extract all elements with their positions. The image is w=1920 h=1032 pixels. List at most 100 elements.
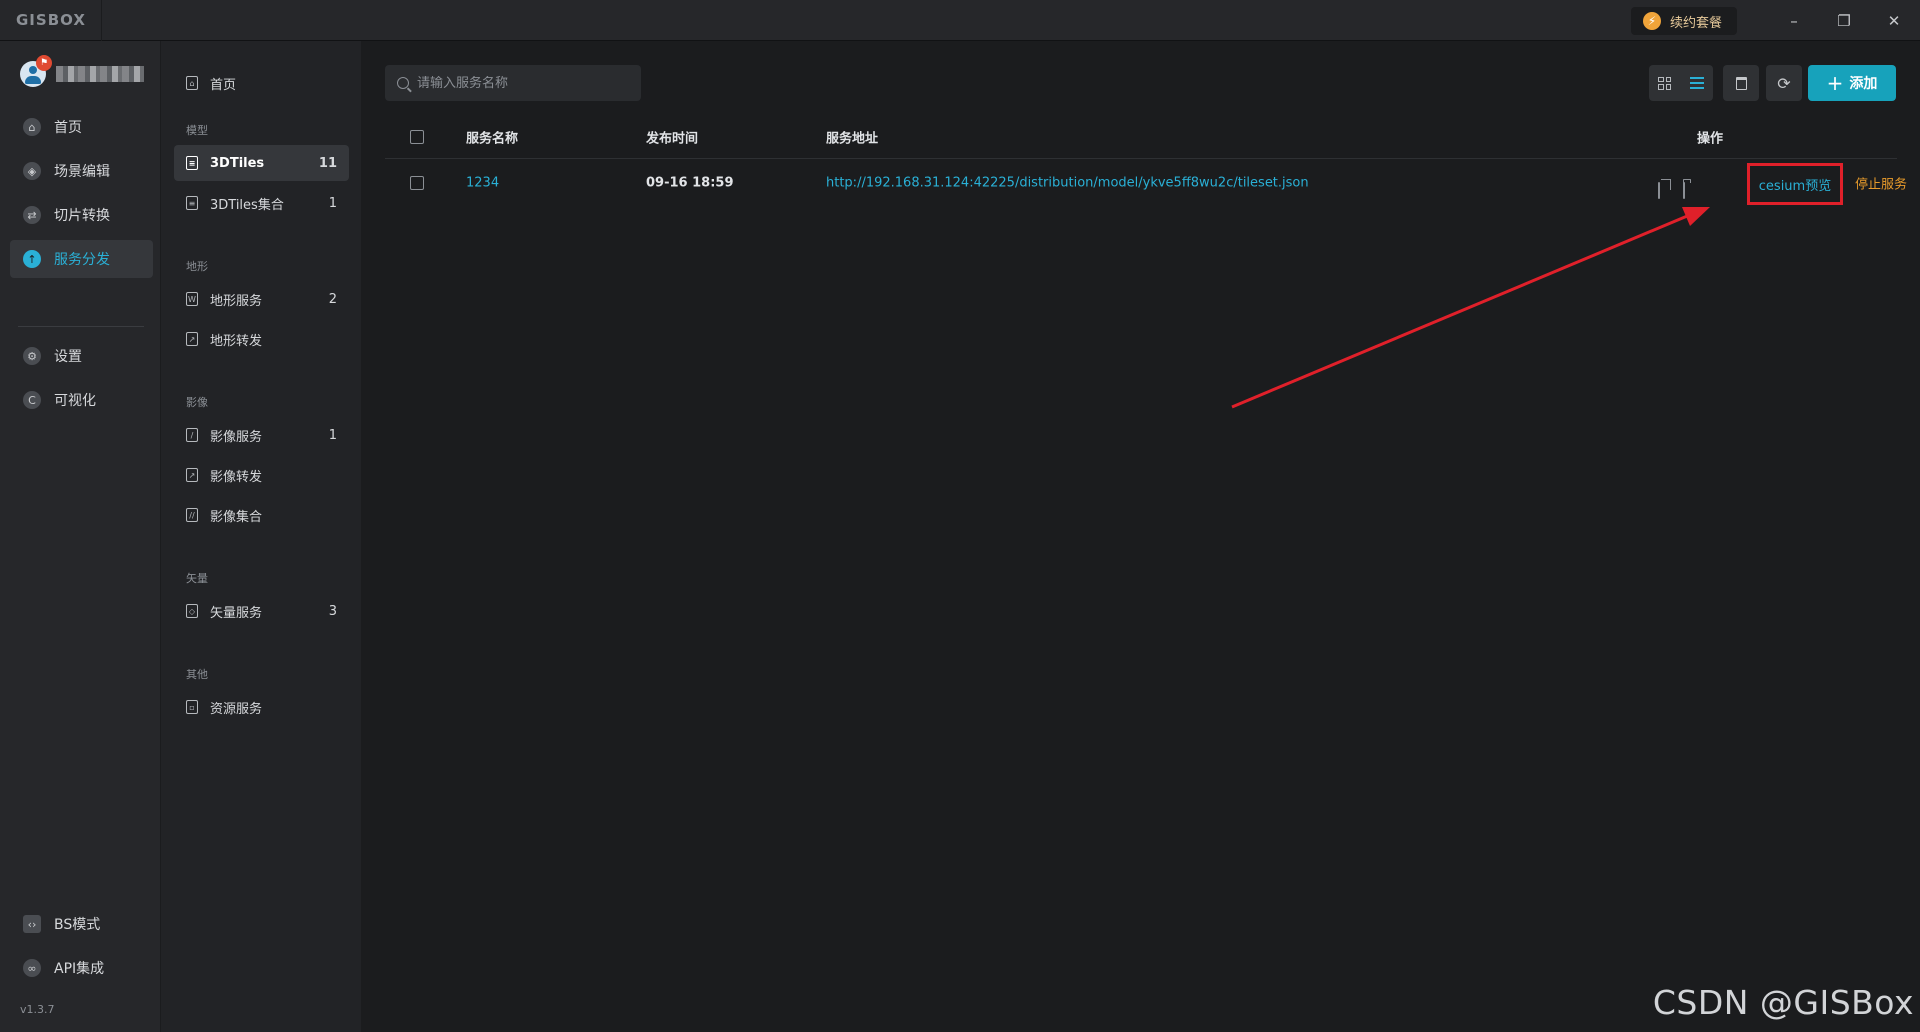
copy-icon[interactable] bbox=[1658, 182, 1660, 199]
upload-icon: ↑ bbox=[23, 250, 41, 268]
vector-icon: ◇ bbox=[186, 604, 198, 618]
sub-item-vector-service[interactable]: ◇ 矢量服务 3 bbox=[174, 593, 349, 629]
count-badge: 1 bbox=[328, 427, 337, 443]
lightning-icon: ⚡ bbox=[1643, 12, 1661, 30]
sub-item-label: 资源服务 bbox=[210, 701, 263, 717]
code-icon: ‹› bbox=[23, 915, 41, 933]
row-checkbox[interactable] bbox=[410, 176, 424, 190]
app-logo: GISBOX bbox=[0, 0, 102, 41]
count-badge: 3 bbox=[328, 603, 337, 619]
renew-plan-button[interactable]: ⚡ 续约套餐 bbox=[1631, 7, 1737, 35]
sub-item-3dtiles[interactable]: ≡ 3DTiles 11 bbox=[174, 145, 349, 181]
nav-item-api-integration[interactable]: ∞ API集成 bbox=[10, 949, 153, 987]
sub-item-imagery-forward[interactable]: ↗ 影像转发 bbox=[174, 457, 349, 493]
service-url-link[interactable]: http://192.168.31.124:42225/distribution… bbox=[826, 176, 1309, 191]
nav-item-tile-convert[interactable]: ⇄ 切片转换 bbox=[10, 196, 153, 234]
nav-divider bbox=[18, 326, 144, 327]
nav-item-label: 首页 bbox=[54, 120, 82, 136]
link-icon: ∞ bbox=[23, 959, 41, 977]
count-badge: 2 bbox=[328, 291, 337, 307]
cesium-preview-label: cesium预览 bbox=[1758, 178, 1832, 194]
sub-item-label: 影像服务 bbox=[210, 429, 263, 445]
sub-item-terrain-forward[interactable]: ↗ 地形转发 bbox=[174, 321, 349, 357]
sub-item-3dtiles-collection[interactable]: ≡ 3DTiles集合 1 bbox=[174, 185, 349, 221]
close-button[interactable]: ✕ bbox=[1869, 0, 1919, 41]
visual-icon: C bbox=[23, 391, 41, 409]
delete-button[interactable] bbox=[1723, 65, 1759, 101]
avatar: ⚑ bbox=[20, 55, 52, 87]
sub-item-imagery-collection[interactable]: // 影像集合 bbox=[174, 497, 349, 533]
sub-item-label: 3DTiles集合 bbox=[210, 197, 284, 213]
sub-item-home[interactable]: ⌂ 首页 bbox=[174, 65, 349, 101]
sub-item-label: 影像集合 bbox=[210, 509, 263, 525]
renew-plan-label: 续约套餐 bbox=[1670, 15, 1723, 31]
swap-icon: ⇄ bbox=[23, 206, 41, 224]
view-toggle bbox=[1649, 65, 1713, 101]
sub-item-label: 首页 bbox=[210, 77, 237, 93]
search-icon bbox=[397, 77, 409, 89]
service-name-link[interactable]: 1234 bbox=[466, 176, 499, 191]
username-blurred bbox=[56, 66, 144, 82]
cesium-preview-button[interactable]: cesium预览 bbox=[1747, 163, 1843, 205]
nav-item-scene-edit[interactable]: ◈ 场景编辑 bbox=[10, 152, 153, 190]
refresh-icon: ⟳ bbox=[1777, 73, 1791, 93]
list-view-icon[interactable] bbox=[1689, 77, 1704, 89]
nav-item-label: 场景编辑 bbox=[54, 164, 110, 180]
home-icon: ⌂ bbox=[186, 76, 198, 90]
nav-item-home[interactable]: ⌂ 首页 bbox=[10, 108, 153, 146]
sub-item-label: 地形服务 bbox=[210, 293, 263, 309]
nav-item-bs-mode[interactable]: ‹› BS模式 bbox=[10, 905, 153, 943]
watermark: CSDN @GISBox bbox=[1652, 983, 1914, 1022]
table-header: 服务名称 发布时间 服务地址 操作 bbox=[385, 115, 1897, 159]
nav-item-label: 切片转换 bbox=[54, 208, 110, 224]
home-icon: ⌂ bbox=[23, 118, 41, 136]
folder-icon[interactable] bbox=[1683, 182, 1685, 199]
imagery-collection-icon: // bbox=[186, 508, 198, 522]
minimize-button[interactable]: – bbox=[1769, 0, 1819, 41]
document-icon: ≡ bbox=[186, 196, 198, 210]
cube-icon: ◈ bbox=[23, 162, 41, 180]
sub-item-terrain-service[interactable]: W 地形服务 2 bbox=[174, 281, 349, 317]
refresh-button[interactable]: ⟳ bbox=[1766, 65, 1802, 101]
imagery-icon: / bbox=[186, 428, 198, 442]
add-button[interactable]: + 添加 bbox=[1808, 65, 1896, 101]
nav-item-label: 可视化 bbox=[54, 393, 96, 409]
nav-item-settings[interactable]: ⚙ 设置 bbox=[10, 337, 153, 375]
trash-icon bbox=[1735, 76, 1747, 90]
stop-service-button[interactable]: 停止服务 bbox=[1855, 174, 1907, 193]
sub-item-resource-service[interactable]: ▫ 资源服务 bbox=[174, 689, 349, 725]
user-profile[interactable]: ⚑ bbox=[20, 55, 144, 87]
grid-view-icon[interactable] bbox=[1658, 76, 1672, 90]
group-label-terrain: 地形 bbox=[186, 260, 208, 273]
sub-item-label: 地形转发 bbox=[210, 333, 263, 349]
sub-nav: ⌂ 首页 模型 ≡ 3DTiles 11 ≡ 3DTiles集合 1 地形 W … bbox=[160, 41, 361, 1032]
sub-item-label: 3DTiles bbox=[210, 155, 265, 171]
group-label-other: 其他 bbox=[186, 668, 208, 681]
sub-item-imagery-service[interactable]: / 影像服务 1 bbox=[174, 417, 349, 453]
column-header-actions: 操作 bbox=[1697, 131, 1724, 146]
count-badge: 11 bbox=[318, 155, 337, 171]
nav-item-visualization[interactable]: C 可视化 bbox=[10, 381, 153, 419]
main-content: ⟳ + 添加 服务名称 发布时间 服务地址 操作 1234 09-16 18:5… bbox=[361, 41, 1920, 1032]
left-nav: ⚑ ⌂ 首页 ◈ 场景编辑 ⇄ 切片转换 ↑ 服务分发 ⚙ 设置 C 可视化 ‹… bbox=[0, 41, 160, 1032]
search-input[interactable] bbox=[417, 75, 627, 91]
resource-icon: ▫ bbox=[186, 700, 198, 714]
nav-item-label: API集成 bbox=[54, 961, 105, 977]
terrain-icon: W bbox=[186, 292, 198, 306]
column-header-name: 服务名称 bbox=[466, 131, 519, 146]
notification-flag-icon: ⚑ bbox=[36, 55, 52, 71]
nav-item-service-distribution[interactable]: ↑ 服务分发 bbox=[10, 240, 153, 278]
nav-item-label: 设置 bbox=[54, 349, 82, 365]
restore-button[interactable]: ❐ bbox=[1819, 0, 1869, 41]
title-bar: GISBOX ⚡ 续约套餐 – ❐ ✕ bbox=[0, 0, 1920, 41]
publish-time: 09-16 18:59 bbox=[646, 175, 734, 191]
plus-icon: + bbox=[1826, 71, 1844, 95]
column-header-url: 服务地址 bbox=[826, 131, 879, 146]
column-header-time: 发布时间 bbox=[646, 131, 699, 146]
add-button-label: 添加 bbox=[1849, 76, 1878, 92]
select-all-checkbox[interactable] bbox=[410, 129, 424, 144]
search-box[interactable] bbox=[385, 65, 641, 101]
version-label: v1.3.7 bbox=[20, 1003, 55, 1016]
group-label-imagery: 影像 bbox=[186, 396, 208, 409]
gear-icon: ⚙ bbox=[23, 347, 41, 365]
